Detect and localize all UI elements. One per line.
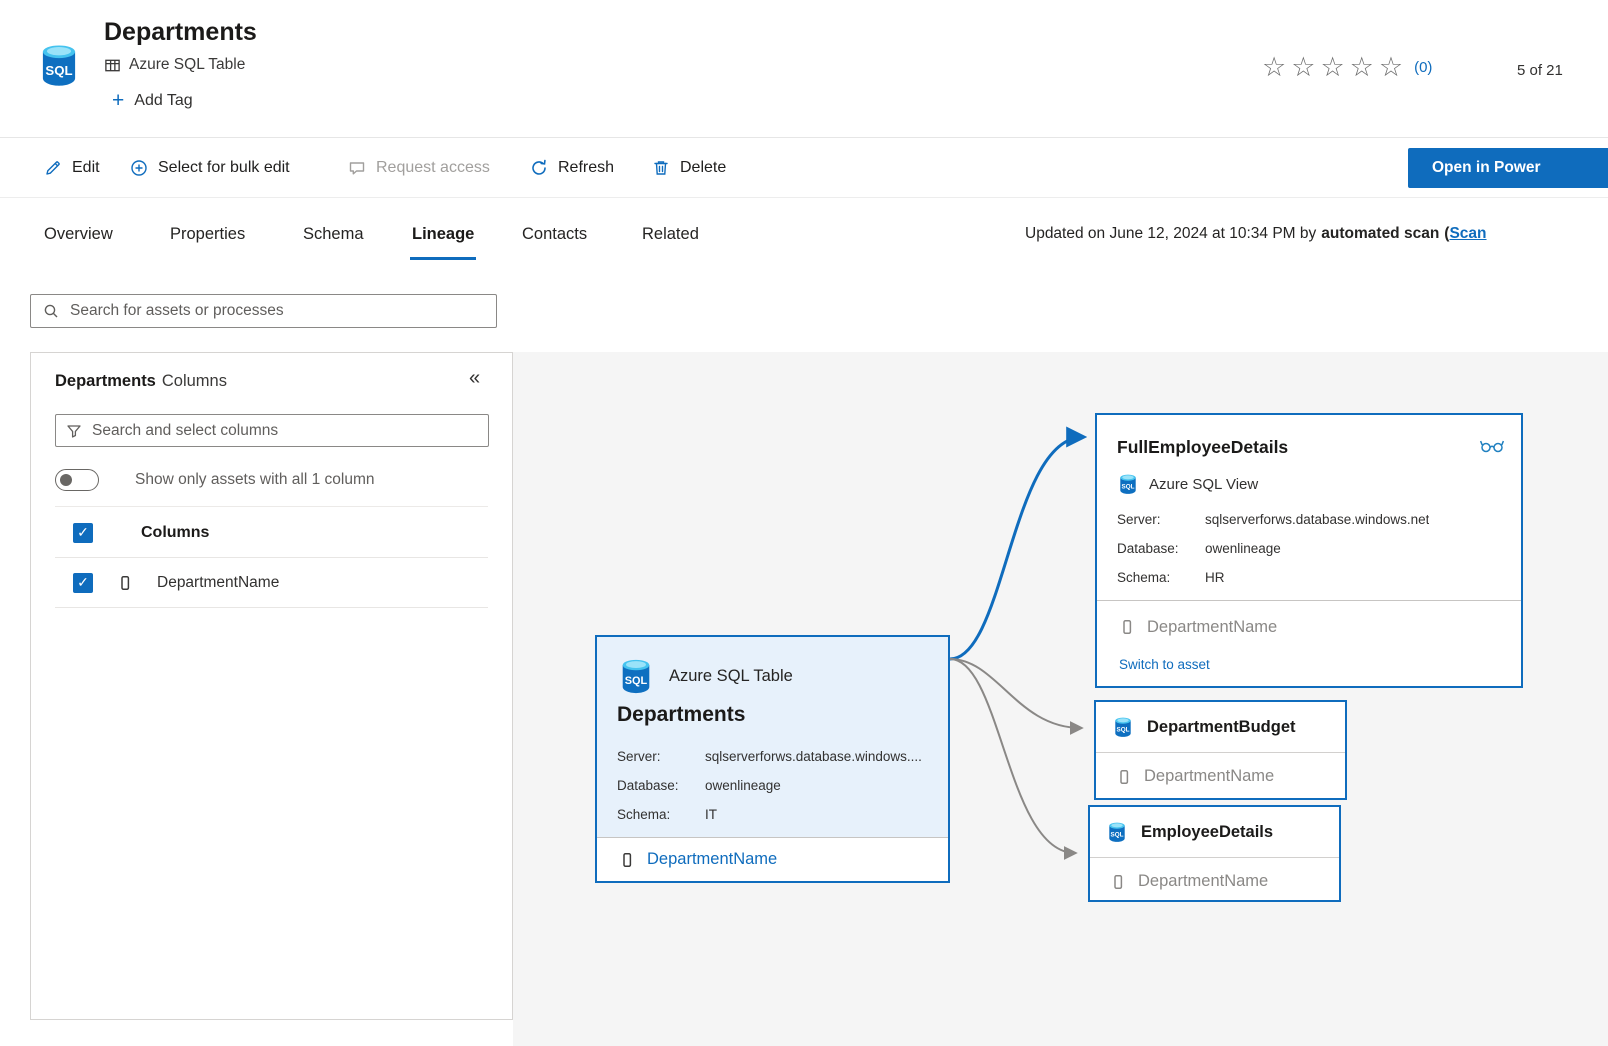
purview-asset-page: Departments Azure SQL Table + Add Tag ☆ … xyxy=(0,0,1608,1046)
column-filter-input[interactable] xyxy=(92,422,478,440)
column-list-item: ✓ DepartmentName xyxy=(55,558,488,608)
column-icon xyxy=(1116,769,1132,785)
result-pagination: 5 of 21 xyxy=(1517,62,1563,79)
asset-type-label: Azure SQL Table xyxy=(129,56,245,74)
node-title: Departments xyxy=(617,703,745,727)
azure-sql-icon xyxy=(36,42,82,88)
divider xyxy=(1097,600,1521,601)
node-type: Azure SQL Table xyxy=(617,657,793,695)
star-icon[interactable]: ☆ xyxy=(1291,52,1315,82)
column-filter[interactable] xyxy=(55,414,489,447)
node-column-row[interactable]: DepartmentName xyxy=(1119,607,1277,647)
lineage-canvas[interactable]: Azure SQL Table Departments Server:sqlse… xyxy=(513,352,1608,1046)
lineage-node-fullemployeedetails[interactable]: FullEmployeeDetails Azure SQL View Serve… xyxy=(1095,413,1523,688)
tab-overview[interactable]: Overview xyxy=(44,198,113,270)
star-icon[interactable]: ☆ xyxy=(1262,52,1286,82)
collapse-panel-icon[interactable]: « xyxy=(469,367,480,390)
search-input[interactable] xyxy=(70,302,484,320)
node-column-row[interactable]: DepartmentName xyxy=(1096,752,1345,800)
tab-properties[interactable]: Properties xyxy=(170,198,245,270)
column-icon xyxy=(117,575,133,591)
column-icon xyxy=(1119,619,1135,635)
column-checkbox[interactable]: ✓ xyxy=(73,573,93,593)
command-bar: Edit Select for bulk edit Request access xyxy=(0,137,1608,198)
table-icon xyxy=(104,57,121,74)
pencil-icon xyxy=(44,159,62,177)
divider xyxy=(55,506,488,507)
select-all-checkbox[interactable]: ✓ xyxy=(73,523,93,543)
lineage-node-departments[interactable]: Azure SQL Table Departments Server:sqlse… xyxy=(595,635,950,883)
tab-contacts[interactable]: Contacts xyxy=(522,198,587,270)
node-title-row: EmployeeDetails xyxy=(1090,807,1339,857)
node-column-row[interactable]: DepartmentName xyxy=(1090,857,1339,905)
azure-sql-icon xyxy=(1112,716,1134,738)
plus-icon: + xyxy=(112,90,124,111)
node-title: FullEmployeeDetails xyxy=(1117,437,1288,458)
switch-to-asset-link[interactable]: Switch to asset xyxy=(1119,657,1210,672)
filter-icon xyxy=(66,423,82,439)
star-icon[interactable]: ☆ xyxy=(1379,52,1403,82)
asset-search[interactable] xyxy=(30,294,497,328)
star-icon[interactable]: ☆ xyxy=(1320,52,1344,82)
node-type: Azure SQL View xyxy=(1117,473,1258,495)
node-properties: Server:sqlserverforws.database.windows.n… xyxy=(1117,505,1509,592)
node-title-row: DepartmentBudget xyxy=(1096,702,1345,752)
azure-sql-icon xyxy=(617,657,655,695)
tab-lineage[interactable]: Lineage xyxy=(412,198,474,270)
star-icon[interactable]: ☆ xyxy=(1350,52,1374,82)
edge-to-fullemployeedetails xyxy=(950,437,1083,659)
show-only-toggle[interactable] xyxy=(55,469,99,491)
node-properties: Server:sqlserverforws.database.windows..… xyxy=(617,742,936,829)
refresh-icon xyxy=(530,159,548,177)
node-column-row[interactable]: DepartmentName xyxy=(597,837,948,881)
add-tag-label: Add Tag xyxy=(134,92,192,110)
delete-button[interactable]: Delete xyxy=(652,138,726,197)
column-icon xyxy=(1110,874,1126,890)
edge-to-employeedetails xyxy=(950,659,1075,853)
refresh-button[interactable]: Refresh xyxy=(530,138,614,197)
page-title: Departments xyxy=(104,18,257,47)
columns-panel: DepartmentsColumns « Show only assets wi… xyxy=(30,352,513,1020)
open-in-power-button[interactable]: Open in Power xyxy=(1408,148,1608,188)
star-rating: ☆ ☆ ☆ ☆ ☆ (0) xyxy=(1262,52,1432,82)
azure-sql-icon xyxy=(1106,821,1128,843)
bulk-edit-button[interactable]: Select for bulk edit xyxy=(130,138,290,197)
add-tag-button[interactable]: + Add Tag xyxy=(112,90,193,111)
chat-bubble-icon xyxy=(348,159,366,177)
glasses-icon[interactable] xyxy=(1479,437,1505,454)
asset-tabs: Overview Properties Schema Lineage Conta… xyxy=(0,198,1608,270)
columns-header-row: ✓ Columns xyxy=(55,508,488,558)
toggle-knob xyxy=(60,474,72,486)
lineage-node-departmentbudget[interactable]: DepartmentBudget DepartmentName xyxy=(1094,700,1347,800)
edit-button[interactable]: Edit xyxy=(44,138,100,197)
rating-count[interactable]: (0) xyxy=(1414,59,1432,76)
updated-status: Updated on June 12, 2024 at 10:34 PM by … xyxy=(1025,198,1487,270)
column-icon xyxy=(619,852,635,868)
request-access-button[interactable]: Request access xyxy=(348,138,490,197)
tab-related[interactable]: Related xyxy=(642,198,699,270)
toggle-row: Show only assets with all 1 column xyxy=(55,469,375,491)
panel-title: DepartmentsColumns xyxy=(55,372,227,391)
toggle-label: Show only assets with all 1 column xyxy=(135,471,375,489)
azure-sql-icon xyxy=(1117,473,1139,495)
trash-icon xyxy=(652,159,670,177)
tab-schema[interactable]: Schema xyxy=(303,198,364,270)
circle-plus-icon xyxy=(130,159,148,177)
lineage-node-employeedetails[interactable]: EmployeeDetails DepartmentName xyxy=(1088,805,1341,902)
search-icon xyxy=(43,303,59,319)
scan-link[interactable]: Scan xyxy=(1449,225,1486,243)
asset-type: Azure SQL Table xyxy=(104,56,245,74)
